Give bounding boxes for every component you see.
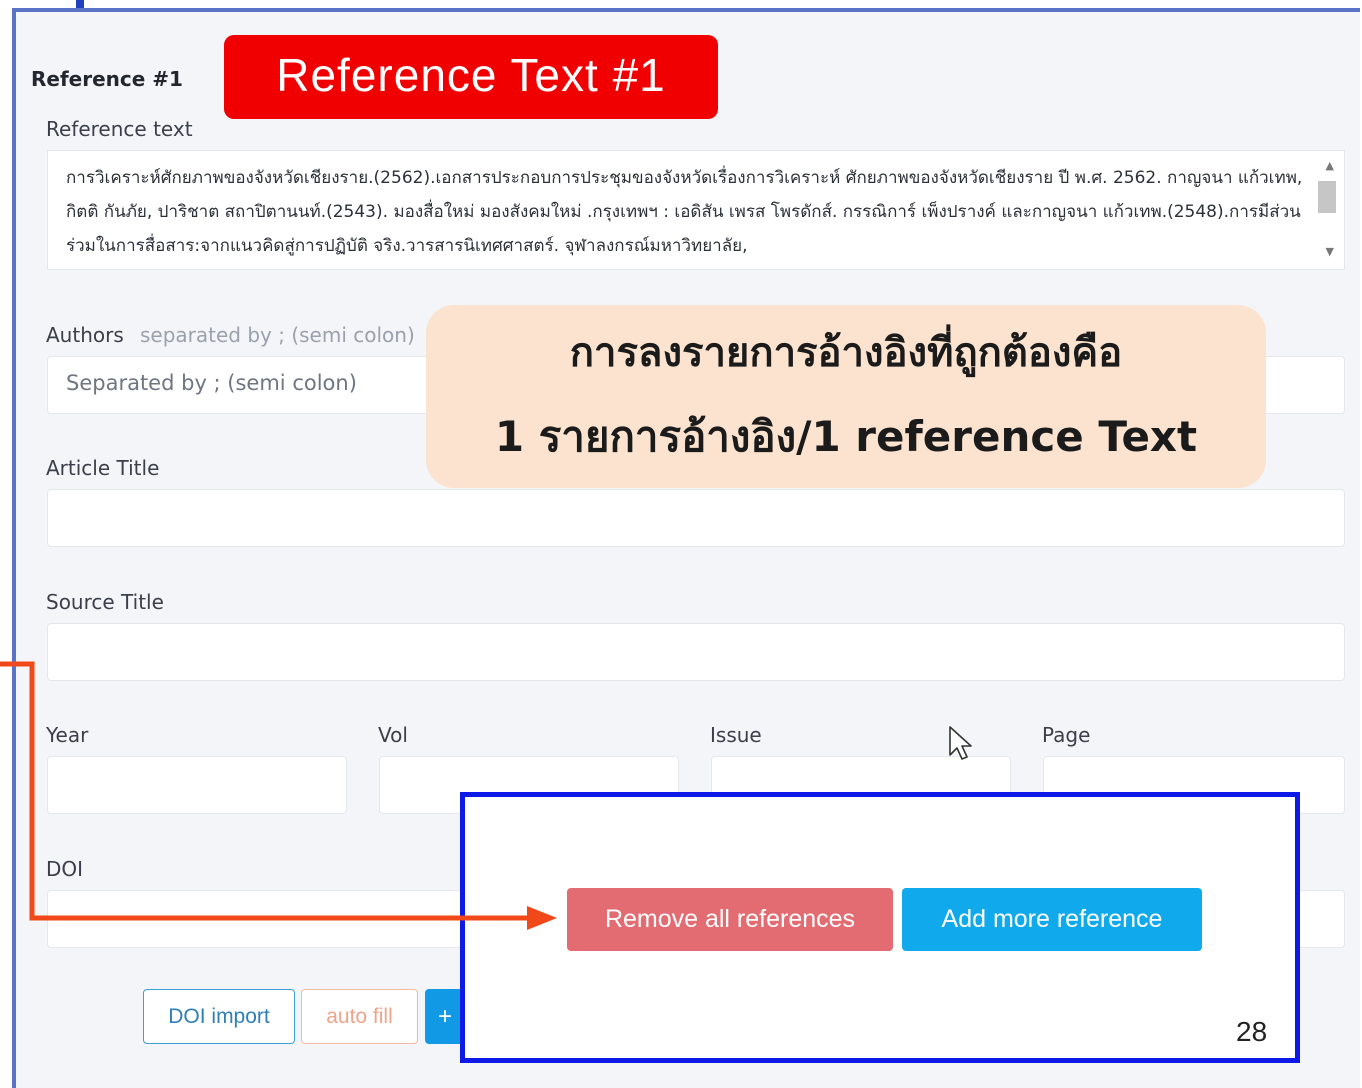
- auto-fill-button[interactable]: auto fill: [301, 989, 418, 1044]
- arrow-connector: [0, 661, 557, 930]
- scroll-up-icon[interactable]: ▲: [1326, 159, 1334, 172]
- article-title-label: Article Title: [46, 456, 160, 480]
- reference-text-label: Reference text: [46, 117, 193, 141]
- cursor-icon: [949, 726, 972, 760]
- reference-heading: Reference #1: [31, 67, 183, 91]
- authors-placeholder: Separated by ; (semi colon): [66, 371, 357, 395]
- scroll-thumb[interactable]: [1318, 181, 1336, 213]
- page-label: Page: [1042, 723, 1091, 747]
- authors-label: Authors: [46, 323, 124, 347]
- article-title-input[interactable]: [47, 489, 1345, 547]
- guideline-line-1: การลงรายการอ้างอิงที่ถูกต้องคือ: [569, 330, 1123, 376]
- scroll-down-icon[interactable]: ▼: [1326, 245, 1334, 258]
- doi-import-button[interactable]: DOI import: [143, 989, 295, 1044]
- reference-text-value: การวิเคราะห์ศักยภาพของจังหวัดเชียงราย.(2…: [66, 168, 1303, 256]
- guideline-callout: การลงรายการอ้างอิงที่ถูกต้องคือ 1 รายการ…: [426, 305, 1266, 488]
- top-edge-fragment: [76, 0, 84, 8]
- authors-hint: separated by ; (semi colon): [140, 323, 415, 347]
- reference-text-callout: Reference Text #1: [224, 35, 718, 119]
- source-title-label: Source Title: [46, 590, 164, 614]
- page-number: 28: [1236, 1016, 1268, 1047]
- add-more-reference-button[interactable]: Add more reference: [902, 888, 1202, 951]
- guideline-line-2: 1 รายการอ้างอิง/1 reference Text: [494, 412, 1198, 461]
- add-button[interactable]: +: [425, 989, 465, 1044]
- remove-all-references-button[interactable]: Remove all references: [567, 888, 893, 951]
- reference-text-area[interactable]: การวิเคราะห์ศักยภาพของจังหวัดเชียงราย.(2…: [47, 150, 1345, 270]
- issue-label: Issue: [710, 723, 762, 747]
